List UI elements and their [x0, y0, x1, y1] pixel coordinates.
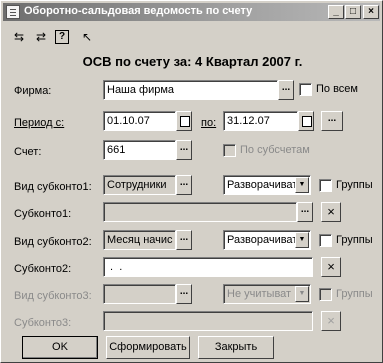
context-help-icon[interactable]: ↖: [78, 28, 96, 46]
subconto3-clear-button[interactable]: ×: [321, 311, 341, 331]
subconto1-value-label: Субконто1:: [14, 208, 72, 220]
maximize-button[interactable]: □: [345, 5, 361, 19]
subconto2-mode-select[interactable]: Разворачиват ▼: [223, 230, 311, 250]
subaccounts-label: По субсчетам: [240, 144, 310, 156]
ok-button[interactable]: OK: [22, 336, 98, 359]
open-report-icon[interactable]: ⇆: [10, 28, 28, 46]
account-select-button[interactable]: ...: [176, 140, 192, 160]
subconto3-kind-button[interactable]: ...: [176, 284, 192, 304]
all-firms-checkbox[interactable]: [299, 83, 312, 96]
subconto1-mode-select[interactable]: Разворачиват ▼: [223, 175, 311, 195]
subconto1-groups-label: Группы: [336, 179, 373, 191]
subconto3-kind-field[interactable]: [103, 284, 176, 304]
subconto2-kind-field[interactable]: Месяц начис: [103, 230, 176, 250]
help-icon[interactable]: ?: [55, 30, 69, 44]
build-report-button[interactable]: Сформировать: [106, 336, 190, 359]
subconto2-groups-checkbox[interactable]: [319, 234, 332, 247]
close-form-button[interactable]: Закрыть: [198, 336, 274, 359]
subconto3-value-label: Субконто3:: [14, 317, 72, 329]
period-label: Период с:: [14, 117, 65, 129]
window-title: Оборотно-сальдовая ведомость по счету: [24, 5, 253, 17]
subaccounts-checkbox[interactable]: [223, 144, 236, 157]
save-report-icon[interactable]: ⇄: [32, 28, 50, 46]
subconto3-kind-label: Вид субконто3:: [14, 290, 92, 302]
report-window: Оборотно-сальдовая ведомость по счету _ …: [0, 0, 383, 363]
subconto2-kind-button[interactable]: ...: [176, 230, 192, 250]
subconto2-kind-label: Вид субконто2:: [14, 236, 92, 248]
subconto2-value-field[interactable]: . .: [103, 257, 313, 277]
subconto1-clear-button[interactable]: ×: [321, 202, 341, 222]
firm-select-button[interactable]: ...: [278, 80, 294, 100]
subconto3-groups-checkbox[interactable]: [319, 288, 332, 301]
minimize-button[interactable]: _: [328, 5, 344, 19]
firm-label: Фирма:: [14, 85, 52, 97]
subconto1-groups-checkbox[interactable]: [319, 179, 332, 192]
subconto3-value-field[interactable]: [103, 311, 313, 331]
subconto1-kind-field[interactable]: Сотрудники: [103, 175, 176, 195]
chevron-down-icon: ▼: [295, 286, 309, 302]
subconto2-mode-value: Разворачиват: [227, 234, 298, 246]
all-firms-label: По всем: [316, 83, 358, 95]
close-button[interactable]: ×: [363, 5, 379, 19]
subconto3-mode-select[interactable]: Не учитыват ▼: [223, 284, 311, 304]
subconto2-groups-label: Группы: [336, 234, 373, 246]
subconto1-value-button[interactable]: ...: [297, 202, 313, 222]
subconto1-kind-button[interactable]: ...: [176, 175, 192, 195]
subconto3-groups-label: Группы: [336, 288, 373, 300]
chevron-down-icon: ▼: [295, 177, 309, 193]
period-to-field[interactable]: 31.12.07: [223, 111, 298, 131]
period-from-field[interactable]: 01.10.07: [103, 111, 176, 131]
account-label: Счет:: [14, 146, 42, 158]
subconto2-value-label: Субконто2:: [14, 263, 72, 275]
calendar-from-icon[interactable]: [176, 111, 192, 131]
title-bar[interactable]: Оборотно-сальдовая ведомость по счету _ …: [3, 3, 380, 21]
calendar-to-icon[interactable]: [298, 111, 314, 131]
period-to-label: по:: [201, 117, 217, 129]
subconto1-kind-label: Вид субконто1:: [14, 181, 92, 193]
account-field[interactable]: 661: [103, 140, 176, 160]
report-heading: ОСВ по счету за: 4 Квартал 2007 г.: [82, 54, 303, 69]
firm-field[interactable]: Наша фирма: [103, 80, 278, 100]
subconto1-value-field[interactable]: [103, 202, 297, 222]
period-select-button[interactable]: ...: [321, 111, 343, 131]
subconto2-clear-button[interactable]: ×: [321, 257, 341, 277]
subconto1-mode-value: Разворачиват: [227, 179, 298, 191]
chevron-down-icon: ▼: [295, 232, 309, 248]
subconto3-mode-value: Не учитыват: [227, 288, 292, 300]
report-icon: [6, 5, 20, 19]
